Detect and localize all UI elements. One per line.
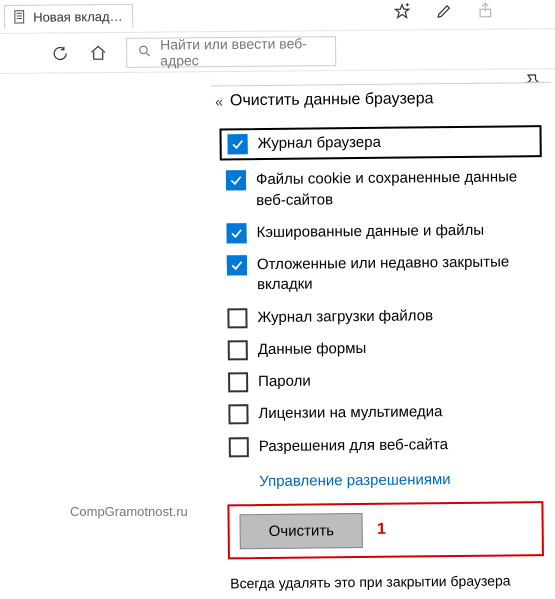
- item-label: Отложенные или недавно закрытые вкладки: [257, 252, 543, 295]
- item-label: Данные формы: [258, 339, 367, 360]
- browser-tab[interactable]: Новая вклад…: [4, 3, 134, 28]
- panel-header: « Очистить данные браузера: [211, 83, 551, 125]
- page-icon: [13, 10, 27, 24]
- address-bar[interactable]: Найти или ввести веб-адрес: [126, 36, 336, 68]
- clear-button[interactable]: Очистить: [240, 513, 364, 549]
- clear-button-row: Очистить 1: [227, 501, 544, 559]
- search-icon: [137, 43, 152, 61]
- home-icon[interactable]: [88, 43, 108, 63]
- item-label: Журнал браузера: [258, 133, 381, 155]
- item-media-licenses[interactable]: Лицензии на мультимедиа: [228, 395, 544, 431]
- checkbox[interactable]: [228, 340, 248, 360]
- checkbox-list: Журнал браузера Файлы cookie и сохраненн…: [211, 121, 555, 504]
- checkbox[interactable]: [228, 404, 248, 424]
- always-clear-text: Всегда удалять это при закрытии браузера: [216, 564, 555, 599]
- annotation-number: 1: [377, 521, 386, 539]
- item-label: Файлы cookie и сохраненные данные веб-са…: [256, 167, 542, 210]
- item-passwords[interactable]: Пароли: [228, 363, 544, 399]
- checkbox[interactable]: [226, 170, 246, 190]
- item-tabs[interactable]: Отложенные или недавно закрытые вкладки: [227, 246, 544, 302]
- back-icon[interactable]: «: [215, 93, 220, 109]
- clear-data-panel: « Очистить данные браузера Журнал браузе…: [211, 82, 555, 599]
- checkbox[interactable]: [227, 255, 247, 275]
- item-cookies[interactable]: Файлы cookie и сохраненные данные веб-са…: [226, 161, 543, 217]
- item-label: Разрешения для веб-сайта: [259, 435, 448, 457]
- panel-title: Очистить данные браузера: [230, 90, 434, 110]
- toolbar: Найти или ввести веб-адрес: [0, 29, 555, 74]
- item-site-permissions[interactable]: Разрешения для веб-сайта: [229, 428, 545, 464]
- pen-icon[interactable]: [435, 2, 453, 20]
- item-label: Кэшированные данные и файлы: [256, 220, 484, 243]
- top-icons: [393, 2, 495, 21]
- checkbox[interactable]: [228, 134, 248, 154]
- item-browsing-history[interactable]: Журнал браузера: [219, 125, 541, 161]
- checkbox[interactable]: [226, 223, 246, 243]
- address-placeholder: Найти или ввести веб-адрес: [160, 35, 325, 68]
- checkbox[interactable]: [228, 372, 248, 392]
- item-form-data[interactable]: Данные формы: [228, 331, 544, 367]
- manage-permissions-link[interactable]: Управление разрешениями: [229, 460, 545, 504]
- checkbox[interactable]: [229, 437, 249, 457]
- watermark: CompGramotnost.ru: [70, 504, 188, 519]
- item-downloads[interactable]: Журнал загрузки файлов: [227, 299, 543, 335]
- refresh-icon[interactable]: [50, 43, 70, 63]
- checkbox[interactable]: [227, 308, 247, 328]
- item-cached[interactable]: Кэшированные данные и файлы: [226, 214, 542, 250]
- favorite-icon[interactable]: [393, 2, 411, 20]
- item-label: Журнал загрузки файлов: [257, 306, 433, 328]
- item-label: Лицензии на мультимедиа: [258, 402, 442, 424]
- item-label: Пароли: [258, 372, 311, 393]
- tab-title: Новая вклад…: [33, 8, 123, 24]
- share-icon[interactable]: [477, 2, 495, 20]
